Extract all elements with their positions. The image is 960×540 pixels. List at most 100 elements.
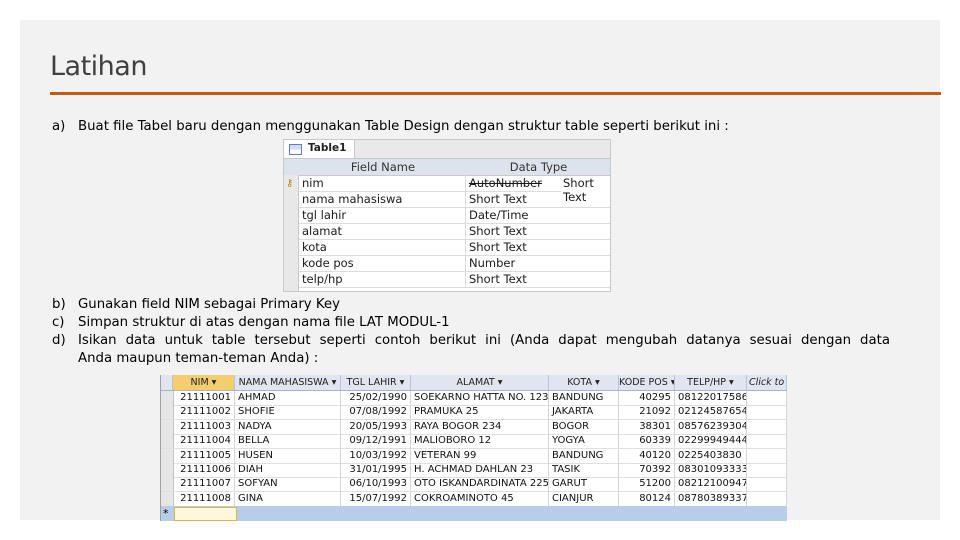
table-cell[interactable]: 07/08/1992 [341,405,411,420]
table-cell[interactable]: 31/01/1995 [341,463,411,477]
empty-cell[interactable] [747,405,787,420]
data-type-cell[interactable]: AutoNumber [469,176,542,190]
table-cell[interactable]: 09/12/1991 [341,434,411,449]
table-cell[interactable]: CIANJUR [549,491,619,506]
table-cell[interactable]: 08780389337 [675,491,747,506]
table-cell[interactable]: 0225403830 [675,448,747,463]
table-cell[interactable]: SHOFIE [235,405,341,420]
table-cell[interactable]: 21111008 [173,491,235,506]
table-cell[interactable]: 081220175862 [675,391,747,405]
table-cell[interactable]: 02124587654 [675,405,747,420]
select-all-corner[interactable] [161,375,173,390]
table-cell[interactable]: 21111007 [173,477,235,492]
table-cell[interactable]: 21111005 [173,448,235,463]
table-row[interactable]: 21111003 NADYA 20/05/1993 RAYA BOGOR 234 BOG… [161,419,787,435]
table-cell[interactable]: COKROAMINOTO 45 [411,491,549,506]
table-cell[interactable]: YOGYA [549,434,619,449]
active-cell[interactable] [174,507,237,521]
design-row[interactable]: kota Short Text [299,239,610,256]
table-cell[interactable]: VETERAN 99 [411,448,549,463]
column-header[interactable]: NIM ▾ [173,375,235,390]
table-cell[interactable]: JAKARTA [549,405,619,420]
table-cell[interactable]: 21111004 [173,434,235,449]
column-header[interactable]: KODE POS ▾ [619,375,675,390]
new-record-row[interactable]: * [161,506,787,521]
field-name-cell[interactable]: kota [302,240,327,254]
empty-cell[interactable] [747,419,787,434]
column-header[interactable]: NAMA MAHASISWA ▾ [235,375,341,390]
table-cell[interactable]: 02299949444 [675,434,747,449]
data-type-cell[interactable]: Date/Time [469,208,529,222]
table-cell[interactable]: 51200 [619,477,675,492]
table-cell[interactable]: 21111006 [173,463,235,477]
field-name-cell[interactable]: telp/hp [302,272,343,286]
column-header[interactable]: Click to Add [747,375,787,390]
table-row[interactable]: 21111002 SHOFIE 07/08/1992 PRAMUKA 25 JAKART… [161,405,787,421]
empty-cell[interactable] [747,391,787,405]
table-cell[interactable]: BANDUNG [549,448,619,463]
column-header[interactable]: TGL LAHIR ▾ [341,375,411,390]
table-cell[interactable]: BOGOR [549,419,619,434]
table-cell[interactable]: BELLA [235,434,341,449]
table-cell[interactable]: 25/02/1990 [341,391,411,405]
table-cell[interactable]: DIAH [235,463,341,477]
table-cell[interactable]: SOEKARNO HATTA NO. 123 [411,391,549,405]
table-cell[interactable]: 21111003 [173,419,235,434]
table-row[interactable]: 21111001 AHMAD 25/02/1990 SOEKARNO HATTA NO… [161,391,787,406]
table-cell[interactable]: NADYA [235,419,341,434]
design-row[interactable]: telp/hp Short Text [299,271,610,288]
table-cell[interactable]: 70392 [619,463,675,477]
table-cell[interactable]: PRAMUKA 25 [411,405,549,420]
table-cell[interactable]: MALIOBORO 12 [411,434,549,449]
table-cell[interactable]: 80124 [619,491,675,506]
field-name-cell[interactable]: alamat [302,224,342,238]
design-row[interactable]: kode pos Number [299,255,610,272]
table-row[interactable]: 21111004 BELLA 09/12/1991 MALIOBORO 12 YOGYA… [161,434,787,450]
table-cell[interactable]: SOFYAN [235,477,341,492]
table-cell[interactable]: 21111001 [173,391,235,405]
empty-cell[interactable] [747,477,787,492]
table-cell[interactable]: 21111002 [173,405,235,420]
field-name-cell[interactable]: kode pos [302,256,354,270]
data-type-cell[interactable]: Number [469,256,515,270]
table-tab[interactable]: Table1 [284,140,610,159]
table-cell[interactable]: 15/07/1992 [341,491,411,506]
field-name-cell[interactable]: tgl lahir [302,208,346,222]
table-cell[interactable]: 38301 [619,419,675,434]
design-row[interactable]: tgl lahir Date/Time [299,207,610,224]
row-selector-column[interactable] [284,175,299,291]
column-header[interactable]: TELP/HP ▾ [675,375,747,390]
table-row[interactable]: 21111008 GINA 15/07/1992 COKROAMINOTO 45 CIA… [161,491,787,507]
table-row[interactable]: 21111006 DIAH 31/01/1995 H. ACHMAD DAHLAN 2… [161,463,787,478]
table-cell[interactable]: 08212100947 [675,477,747,492]
table-cell[interactable]: 40120 [619,448,675,463]
table-cell[interactable]: 08301093333 [675,463,747,477]
table-cell[interactable]: H. ACHMAD DAHLAN 23 [411,463,549,477]
field-name-cell[interactable]: nama mahasiswa [302,192,402,206]
field-name-cell[interactable]: nim [302,176,324,190]
table-cell[interactable]: 21092 [619,405,675,420]
table-cell[interactable]: OTO ISKANDARDINATA 225 [411,477,549,492]
empty-cell[interactable] [747,448,787,463]
design-row[interactable]: nama mahasiswa Short Text [299,191,610,208]
data-type-cell[interactable]: Short Text [469,192,527,206]
table-cell[interactable]: 60339 [619,434,675,449]
table-cell[interactable]: HUSEN [235,448,341,463]
table-cell[interactable]: 06/10/1993 [341,477,411,492]
table-cell[interactable]: GARUT [549,477,619,492]
table-cell[interactable]: 40295 [619,391,675,405]
table-row[interactable]: 21111007 SOFYAN 06/10/1993 OTO ISKANDARDINA… [161,477,787,493]
table-cell[interactable]: 10/03/1992 [341,448,411,463]
column-header[interactable]: ALAMAT ▾ [411,375,549,390]
design-row[interactable]: alamat Short Text [299,223,610,240]
data-type-cell[interactable]: Short Text [469,224,527,238]
empty-cell[interactable] [747,491,787,506]
data-type-cell[interactable]: Short Text [469,272,527,286]
table-cell[interactable]: 20/05/1993 [341,419,411,434]
table-cell[interactable]: AHMAD [235,391,341,405]
table-cell[interactable]: GINA [235,491,341,506]
table-cell[interactable]: TASIK [549,463,619,477]
empty-cell[interactable] [747,463,787,477]
design-row[interactable]: nim AutoNumber Short Text [299,175,610,204]
data-type-cell[interactable]: Short Text [469,240,527,254]
